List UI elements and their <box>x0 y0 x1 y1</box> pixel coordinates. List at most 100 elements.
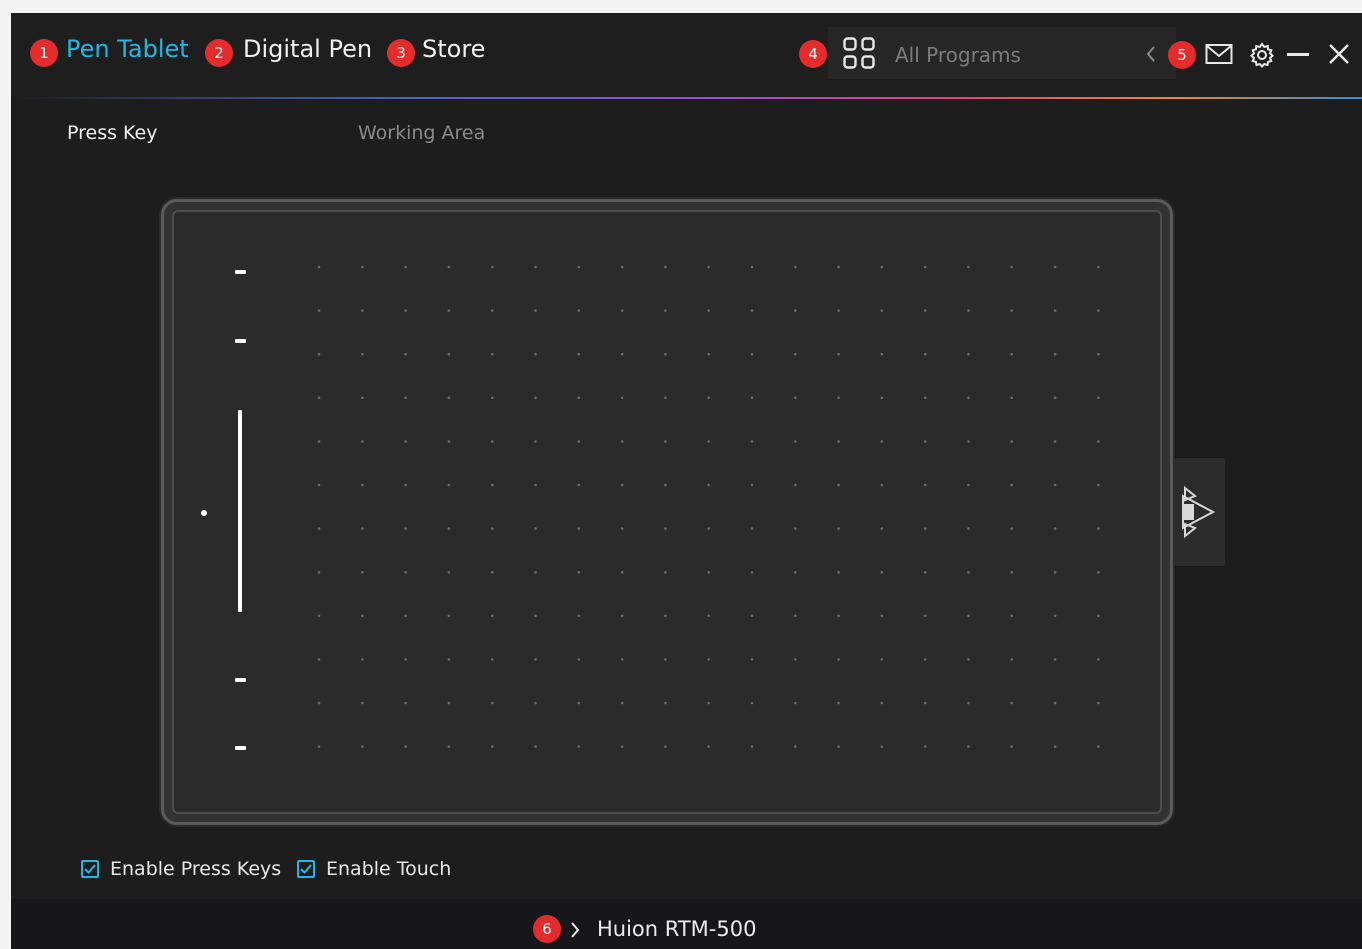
grid-dot <box>534 483 537 487</box>
grid-dot <box>447 614 451 618</box>
grid-dot <box>707 352 710 356</box>
grid-dot <box>317 396 321 400</box>
grid-dot <box>534 745 537 748</box>
subtab-press-key[interactable]: Press Key <box>67 122 158 144</box>
grid-dot <box>923 527 927 530</box>
device-name[interactable]: Huion RTM-500 <box>597 917 756 941</box>
header-divider <box>11 97 1362 99</box>
badge-1: 1 <box>30 39 58 67</box>
grid-dot <box>794 658 797 661</box>
enable-press-keys-label[interactable]: Enable Press Keys <box>110 858 281 880</box>
grid-dot <box>447 570 451 574</box>
enable-touch-checkbox[interactable] <box>297 860 315 878</box>
grid-dot <box>1053 614 1057 618</box>
grid-dot <box>620 309 624 312</box>
grid-dot <box>404 658 407 661</box>
grid-dot <box>880 614 884 618</box>
gear-icon[interactable] <box>1249 42 1275 68</box>
grid-dot <box>447 396 451 400</box>
grid-dot <box>361 396 364 400</box>
press-key-3[interactable] <box>235 678 246 682</box>
chevron-left-icon[interactable] <box>1145 45 1157 63</box>
grid-dot <box>361 527 364 530</box>
grid-dot <box>447 440 451 443</box>
grid-dot <box>1097 570 1100 574</box>
grid-dot <box>620 352 624 356</box>
grid-dot <box>577 658 581 661</box>
grid-dot <box>664 570 667 574</box>
grid-dot <box>404 527 407 530</box>
grid-dot <box>1053 440 1057 443</box>
grid-dot <box>490 352 494 356</box>
grid-dot <box>317 658 321 661</box>
grid-dot <box>750 570 754 574</box>
press-key-1[interactable] <box>235 270 246 274</box>
grid-dot <box>490 658 494 661</box>
grid-dot <box>404 440 407 443</box>
grid-dot <box>620 483 624 487</box>
grid-dot <box>880 701 884 705</box>
grid-dot <box>404 396 407 400</box>
grid-dot <box>447 309 451 312</box>
grid-dot <box>1010 440 1014 443</box>
tab-store[interactable]: Store <box>422 35 485 63</box>
grid-dot <box>967 701 970 705</box>
grid-dot <box>1097 440 1100 443</box>
grid-dot <box>880 309 884 312</box>
grid-dot <box>923 658 927 661</box>
grid-dot <box>490 440 494 443</box>
grid-dot <box>447 745 451 748</box>
grid-dot <box>707 265 710 269</box>
tablet-surface <box>172 210 1162 814</box>
grid-dot <box>750 745 754 748</box>
grid-dot <box>490 396 494 400</box>
grid-dot <box>620 440 624 443</box>
grid-dot <box>664 483 667 487</box>
chevron-right-icon[interactable] <box>569 920 581 940</box>
grid-dot <box>361 440 364 443</box>
grid-dot <box>923 701 927 705</box>
close-icon[interactable] <box>1328 43 1350 65</box>
grid-dot <box>1010 352 1014 356</box>
grid-dot <box>750 396 754 400</box>
grid-dot <box>577 614 581 618</box>
grid-dot <box>1010 309 1014 312</box>
grid-dot <box>577 483 581 487</box>
grid-dot <box>447 352 451 356</box>
grid-dot <box>1097 527 1100 530</box>
grid-dot <box>837 701 840 705</box>
grid-dot <box>317 701 321 705</box>
tab-pen-tablet[interactable]: Pen Tablet <box>66 35 189 63</box>
grid-dot <box>923 483 927 487</box>
mail-icon[interactable] <box>1205 43 1233 65</box>
grid-dot <box>967 658 970 661</box>
enable-touch-label[interactable]: Enable Touch <box>326 858 451 880</box>
minimize-icon[interactable] <box>1287 53 1309 56</box>
grid-dot <box>317 309 321 312</box>
grid-dot <box>534 265 537 269</box>
grid-dot <box>361 745 364 748</box>
grid-dot <box>490 265 494 269</box>
grid-dot <box>1097 658 1100 661</box>
grid-dot <box>750 352 754 356</box>
grid-dot <box>794 265 797 269</box>
grid-dot <box>1010 701 1014 705</box>
tab-digital-pen[interactable]: Digital Pen <box>243 35 372 63</box>
grid-dot <box>404 745 407 748</box>
program-selector-label[interactable]: All Programs <box>895 43 1021 67</box>
grid-dot <box>490 483 494 487</box>
enable-press-keys-checkbox[interactable] <box>81 860 99 878</box>
grid-dot <box>837 309 840 312</box>
touch-strip[interactable] <box>238 410 242 612</box>
press-key-4[interactable] <box>235 746 246 750</box>
grid-dot <box>664 614 667 618</box>
subtab-working-area[interactable]: Working Area <box>358 122 485 144</box>
grid-icon[interactable] <box>843 37 875 69</box>
grid-dot <box>490 570 494 574</box>
grid-dot <box>490 614 494 618</box>
press-key-2[interactable] <box>235 339 246 343</box>
grid-dot <box>361 265 364 269</box>
grid-dot <box>923 570 927 574</box>
grid-dot <box>1010 614 1014 618</box>
grid-dot <box>577 396 581 400</box>
